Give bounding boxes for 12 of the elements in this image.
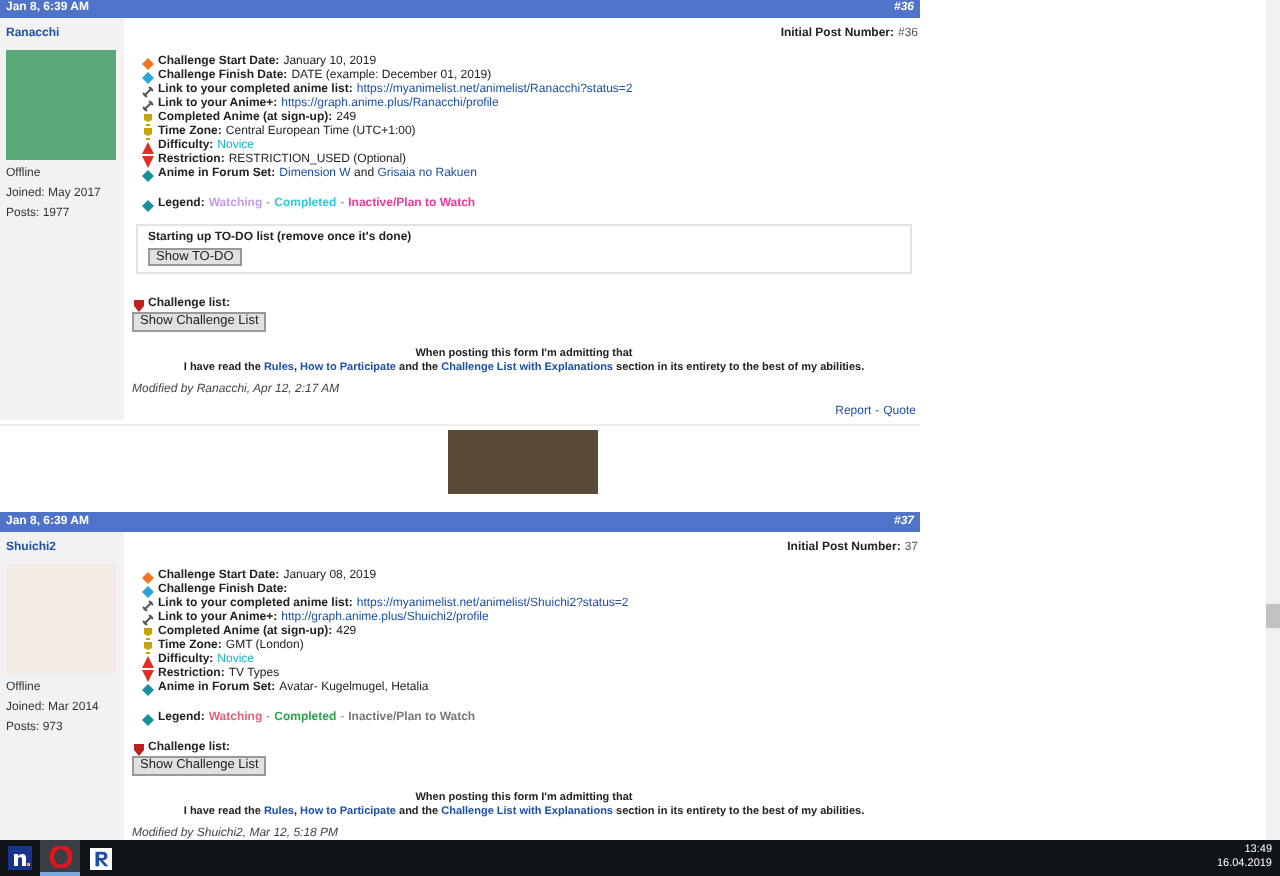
app-icon — [8, 846, 32, 870]
diamond-icon — [142, 683, 154, 695]
scrollbar-thumb[interactable] — [1266, 604, 1280, 628]
diamond-icon — [142, 199, 154, 211]
avatar-placeholder — [6, 50, 116, 160]
scrollbar[interactable] — [1266, 0, 1280, 840]
shield-icon — [134, 299, 144, 311]
app-icon — [89, 847, 111, 869]
diamond-icon — [142, 169, 154, 181]
opera-icon — [49, 845, 71, 867]
shield-icon — [134, 743, 144, 755]
diamond-icon — [142, 713, 154, 725]
